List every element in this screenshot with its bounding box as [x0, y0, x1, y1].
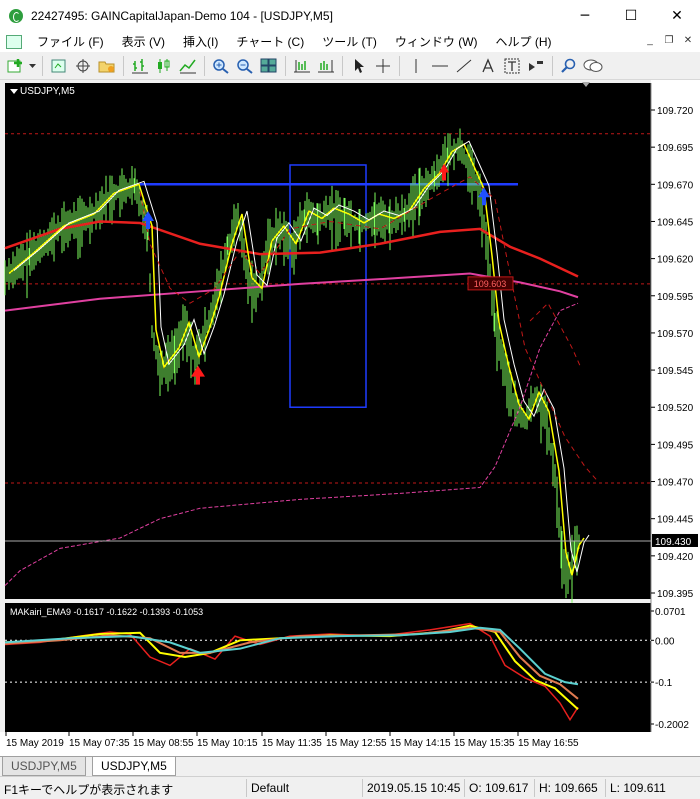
price-chart[interactable]: 109.720 109.695 109.670 109.645 109.620 109.5… [0, 80, 700, 756]
chart-symbol-label: USDJPY,M5 [20, 86, 75, 97]
zoom-in-icon[interactable] [209, 55, 233, 77]
menu-window[interactable]: ウィンドウ (W) [386, 33, 487, 50]
toolbar-separator [285, 55, 286, 76]
indicator-level-label: -0.2002 [655, 720, 689, 731]
time-tick-label: 15 May 10:15 [197, 738, 258, 749]
status-low: L: 109.611 [610, 781, 666, 795]
zoom-out-icon[interactable] [233, 55, 257, 77]
time-tick-label: 15 May 08:55 [133, 738, 194, 749]
price-tick-label: 109.645 [657, 217, 694, 228]
tile-windows-icon[interactable] [257, 55, 281, 77]
status-open: O: 109.617 [469, 781, 529, 795]
new-chart-icon[interactable] [4, 55, 28, 77]
status-separator [464, 779, 465, 797]
status-bar: F1キーでヘルプが表示されます Default 2019.05.15 10:45… [0, 776, 700, 799]
status-separator [605, 779, 606, 797]
current-price-label: 109.430 [655, 537, 692, 548]
app-icon [9, 8, 23, 23]
price-tick-label: 109.670 [657, 180, 694, 191]
price-tick-label: 109.520 [657, 403, 694, 414]
autoscroll-icon[interactable] [314, 55, 338, 77]
title-bar: 22427495: GAINCapitalJapan-Demo 104 - [U… [0, 0, 700, 31]
close-button[interactable]: ✕ [654, 0, 700, 31]
time-tick-label: 15 May 11:35 [262, 738, 322, 749]
toolbar-separator [123, 55, 124, 76]
text-label-icon[interactable] [500, 55, 524, 77]
cursor-icon[interactable] [347, 55, 371, 77]
price-tick-label: 109.470 [657, 478, 694, 489]
status-separator [534, 779, 535, 797]
market-watch-icon[interactable] [47, 55, 71, 77]
menu-file[interactable]: ファイル (F) [28, 33, 113, 50]
price-tick-label: 109.720 [657, 106, 694, 117]
mdi-minimize-button[interactable]: _ [642, 34, 658, 48]
price-tick-label: 109.395 [657, 589, 694, 600]
menu-tools[interactable]: ツール (T) [313, 33, 386, 50]
time-tick-label: 15 May 2019 [6, 738, 64, 749]
window-title: 22427495: GAINCapitalJapan-Demo 104 - [U… [31, 8, 333, 23]
bar-chart-icon[interactable] [128, 55, 152, 77]
chart-window-icon[interactable] [6, 34, 22, 49]
menu-chart[interactable]: チャート (C) [227, 33, 313, 50]
status-datetime: 2019.05.15 10:45 [367, 781, 461, 795]
indicator-label: MAKairi_EMA9 -0.1617 -0.1622 -0.1393 -0.… [10, 607, 203, 617]
vertical-line-icon[interactable] [404, 55, 428, 77]
indicator-level-label: 0.00 [655, 636, 675, 647]
price-tick-label: 109.545 [657, 366, 694, 377]
text-icon[interactable] [476, 55, 500, 77]
price-tick-label: 109.595 [657, 292, 694, 303]
menu-view[interactable]: 表示 (V) [113, 33, 174, 50]
navigator-icon[interactable] [71, 55, 95, 77]
menu-insert[interactable]: 挿入(I) [174, 33, 227, 50]
time-tick-label: 15 May 14:15 [390, 738, 451, 749]
price-tick-label: 109.420 [657, 552, 694, 563]
tab-usdjpy-m5-1[interactable]: USDJPY,M5 [2, 757, 86, 776]
horizontal-line-icon[interactable] [428, 55, 452, 77]
toolbar-separator [42, 55, 43, 76]
search-icon[interactable] [557, 55, 581, 77]
indicator-level-label: -0.1 [655, 678, 673, 689]
minimize-button[interactable]: ─ [562, 0, 608, 31]
toolbar-separator [204, 55, 205, 76]
chart-shift-icon[interactable] [290, 55, 314, 77]
status-separator [362, 779, 363, 797]
candlestick-chart-icon[interactable] [152, 55, 176, 77]
toolbar-separator [399, 55, 400, 76]
toolbar-separator [552, 55, 553, 76]
toolbar [0, 52, 700, 80]
indicator-pane[interactable] [5, 603, 651, 732]
mdi-close-button[interactable]: ✕ [680, 34, 696, 48]
trendline-icon[interactable] [452, 55, 476, 77]
folder-icon[interactable] [95, 55, 119, 77]
main-chart-pane[interactable] [5, 83, 651, 599]
price-tag-label: 109.603 [474, 279, 507, 289]
arrow-tools-icon[interactable] [524, 55, 548, 77]
time-tick-label: 15 May 16:55 [518, 738, 579, 749]
time-tick-label: 15 May 15:35 [454, 738, 515, 749]
toolbar-separator [342, 55, 343, 76]
indicator-level-label: 0.0701 [655, 607, 686, 618]
status-help: F1キーでヘルプが表示されます [4, 783, 174, 797]
tab-usdjpy-m5-2[interactable]: USDJPY,M5 [92, 757, 176, 776]
price-tick-label: 109.620 [657, 255, 694, 266]
status-high: H: 109.665 [539, 781, 598, 795]
crosshair-icon[interactable] [371, 55, 395, 77]
chat-icon[interactable] [581, 55, 605, 77]
menu-help[interactable]: ヘルプ (H) [487, 33, 561, 50]
mdi-restore-button[interactable]: ❐ [661, 34, 677, 48]
maximize-button[interactable]: ☐ [608, 0, 654, 31]
status-separator [246, 779, 247, 797]
chart-tabs: USDJPY,M5 USDJPY,M5 [0, 756, 700, 776]
menu-bar: ファイル (F) 表示 (V) 挿入(I) チャート (C) ツール (T) ウ… [0, 31, 700, 52]
dropdown-arrow-icon[interactable] [28, 55, 38, 77]
price-tick-label: 109.495 [657, 440, 694, 451]
status-profile: Default [251, 781, 290, 795]
time-tick-label: 15 May 12:55 [326, 738, 387, 749]
price-tick-label: 109.445 [657, 515, 694, 526]
line-chart-icon[interactable] [176, 55, 200, 77]
price-tick-label: 109.695 [657, 143, 694, 154]
price-tick-label: 109.570 [657, 329, 694, 340]
time-tick-label: 15 May 07:35 [69, 738, 130, 749]
